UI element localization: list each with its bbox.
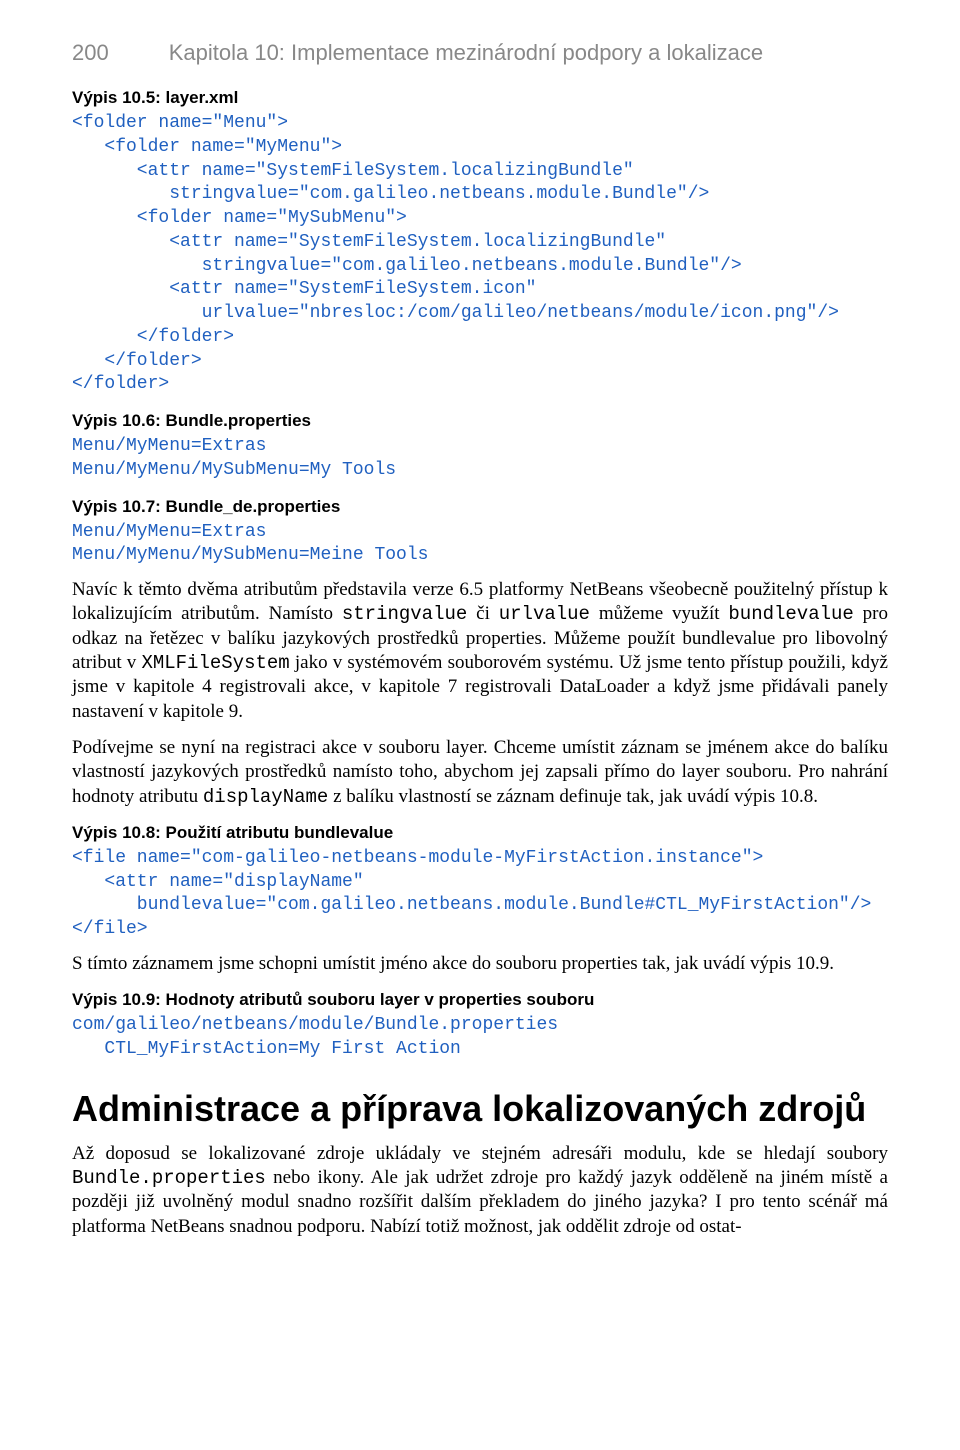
inline-code: XMLFileSystem: [141, 652, 289, 674]
text: či: [467, 603, 498, 624]
listing-10-7-label: Výpis 10.7: Bundle_de.properties: [72, 497, 888, 517]
inline-code: displayName: [203, 786, 328, 808]
text: Až doposud se lokalizované zdroje ukláda…: [72, 1143, 888, 1164]
inline-code: Bundle.properties: [72, 1167, 266, 1189]
listing-10-9-code: com/galileo/netbeans/module/Bundle.prope…: [72, 1014, 888, 1062]
inline-code: stringvalue: [342, 603, 467, 625]
listing-10-6-code: Menu/MyMenu=Extras Menu/MyMenu/MySubMenu…: [72, 435, 888, 483]
section-heading: Administrace a příprava lokalizovaných z…: [72, 1088, 888, 1130]
chapter-title: Kapitola 10: Implementace mezinárodní po…: [169, 40, 888, 66]
inline-code: urlvalue: [499, 603, 590, 625]
page: 200 Kapitola 10: Implementace mezinárodn…: [0, 0, 960, 1450]
running-header: 200 Kapitola 10: Implementace mezinárodn…: [72, 40, 888, 66]
paragraph-3: S tímto záznamem jsme schopni umístit jm…: [72, 952, 888, 976]
listing-10-7-code: Menu/MyMenu=Extras Menu/MyMenu/MySubMenu…: [72, 521, 888, 569]
text: z balíku vlastností se záznam definuje t…: [328, 786, 818, 807]
paragraph-1: Navíc k těmto dvěma atributům představil…: [72, 578, 888, 724]
listing-10-5-code: <folder name="Menu"> <folder name="MyMen…: [72, 112, 888, 397]
listing-10-6-label: Výpis 10.6: Bundle.properties: [72, 411, 888, 431]
paragraph-4: Až doposud se lokalizované zdroje ukláda…: [72, 1142, 888, 1239]
listing-10-9-label: Výpis 10.9: Hodnoty atributů souboru lay…: [72, 990, 888, 1010]
inline-code: bundlevalue: [728, 603, 853, 625]
text: můžeme využít: [590, 603, 728, 624]
paragraph-2: Podívejme se nyní na registraci akce v s…: [72, 736, 888, 809]
listing-10-5-label: Výpis 10.5: layer.xml: [72, 88, 888, 108]
page-number: 200: [72, 40, 109, 66]
listing-10-8-label: Výpis 10.8: Použití atributu bundlevalue: [72, 823, 888, 843]
listing-10-8-code: <file name="com-galileo-netbeans-module-…: [72, 847, 888, 942]
